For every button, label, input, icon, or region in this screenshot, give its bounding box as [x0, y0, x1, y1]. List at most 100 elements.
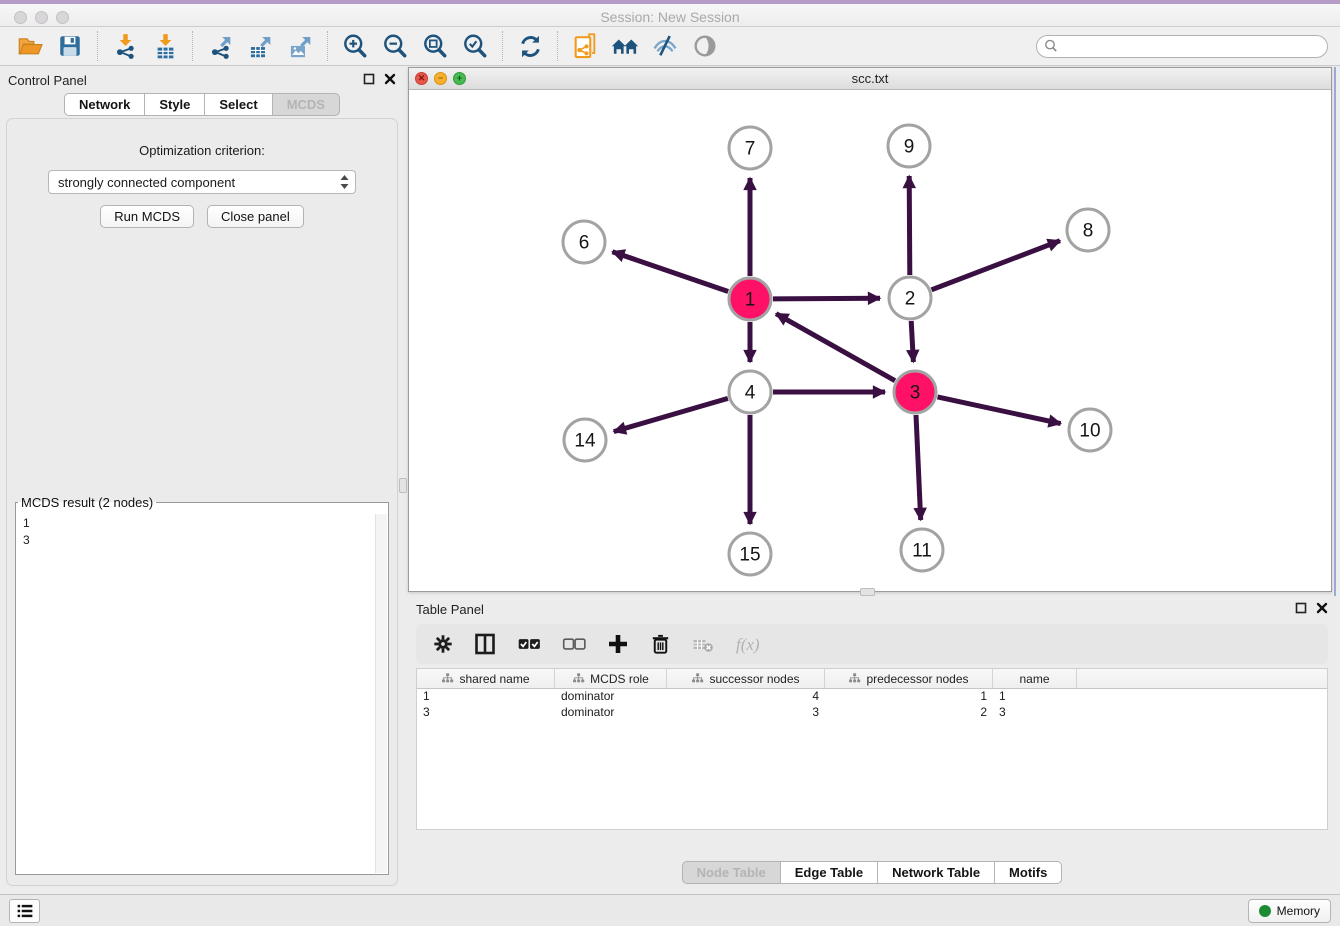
- network-canvas[interactable]: 7 9 6 8 1 2 4 3 10 14 15 11: [409, 90, 1331, 591]
- home-button[interactable]: [605, 30, 645, 62]
- node-table: shared name MCDS role successor nodes pr…: [416, 668, 1328, 830]
- column-header-predecessor-nodes[interactable]: predecessor nodes: [825, 669, 993, 688]
- cell-shared-name: 1: [417, 689, 555, 705]
- memory-button[interactable]: Memory: [1248, 899, 1331, 923]
- svg-text:3: 3: [910, 383, 921, 404]
- deselect-all-checks-icon[interactable]: [561, 631, 587, 657]
- column-header-shared-name[interactable]: shared name: [417, 669, 555, 688]
- column-header-name[interactable]: name: [993, 669, 1077, 688]
- graph-edge-2-9[interactable]: [909, 176, 910, 275]
- search-field[interactable]: [1036, 35, 1328, 58]
- table-row[interactable]: 1 dominator 4 1 1: [417, 689, 1327, 705]
- refresh-layout-button[interactable]: [510, 30, 550, 62]
- tab-network-table[interactable]: Network Table: [878, 861, 995, 884]
- result-scrollbar[interactable]: [375, 514, 387, 873]
- tab-style[interactable]: Style: [145, 93, 205, 116]
- graph-node-6[interactable]: 6: [563, 221, 605, 263]
- cell-predecessor-nodes: 2: [825, 705, 993, 721]
- network-window-titlebar[interactable]: ✕ − + scc.txt: [409, 68, 1331, 90]
- zoom-selected-button[interactable]: [455, 30, 495, 62]
- graph-node-7[interactable]: 7: [729, 127, 771, 169]
- export-network-button[interactable]: [200, 30, 240, 62]
- show-eye-button[interactable]: [685, 30, 725, 62]
- export-table-button[interactable]: [240, 30, 280, 62]
- search-input[interactable]: [1059, 37, 1327, 55]
- svg-text:15: 15: [739, 545, 760, 566]
- control-panel-tabs: Network Style Select MCDS: [0, 93, 404, 116]
- save-session-button[interactable]: [50, 30, 90, 62]
- settings-gear-icon[interactable]: [432, 633, 454, 655]
- export-image-button[interactable]: [280, 30, 320, 62]
- delete-row-icon[interactable]: [649, 633, 672, 656]
- graph-node-1[interactable]: 1: [729, 278, 771, 320]
- graph-edge-2-3[interactable]: [911, 321, 913, 362]
- graph-node-10[interactable]: 10: [1069, 409, 1111, 451]
- zoom-in-button[interactable]: [335, 30, 375, 62]
- close-panel-icon[interactable]: [1316, 602, 1328, 614]
- graph-node-8[interactable]: 8: [1067, 209, 1109, 251]
- memory-status-icon: [1259, 905, 1271, 917]
- network-document-button[interactable]: [565, 30, 605, 62]
- insert-column-icon[interactable]: [473, 632, 497, 656]
- delete-table-icon[interactable]: [691, 632, 715, 656]
- mcds-result-text[interactable]: 1 3: [17, 514, 375, 873]
- graph-edge-1-2[interactable]: [773, 298, 880, 299]
- open-session-button[interactable]: [10, 30, 50, 62]
- task-history-button[interactable]: [9, 899, 40, 923]
- float-panel-icon[interactable]: [363, 73, 375, 85]
- cell-name: 3: [993, 705, 1077, 721]
- svg-text:f(x): f(x): [736, 635, 760, 654]
- graph-edge-3-1[interactable]: [776, 314, 895, 381]
- network-document-icon: [571, 32, 599, 60]
- close-panel-icon[interactable]: [384, 73, 396, 85]
- hierarchy-icon: [691, 672, 704, 685]
- column-header-mcds-role[interactable]: MCDS role: [555, 669, 667, 688]
- close-panel-button[interactable]: Close panel: [207, 205, 304, 228]
- network-graph[interactable]: 7 9 6 8 1 2 4 3 10 14 15 11: [409, 90, 1331, 592]
- graph-edge-4-14[interactable]: [614, 398, 728, 431]
- graph-node-15[interactable]: 15: [729, 533, 771, 575]
- svg-text:1: 1: [745, 290, 756, 311]
- graph-node-14[interactable]: 14: [564, 419, 606, 461]
- tab-node-table[interactable]: Node Table: [682, 861, 781, 884]
- table-row[interactable]: 3 dominator 3 2 3: [417, 705, 1327, 721]
- graph-edge-3-10[interactable]: [938, 397, 1061, 424]
- graph-edge-1-6[interactable]: [612, 252, 728, 292]
- import-network-icon: [112, 33, 139, 60]
- zoom-out-button[interactable]: [375, 30, 415, 62]
- graph-node-9[interactable]: 9: [888, 125, 930, 167]
- svg-text:11: 11: [912, 541, 932, 562]
- zoom-in-icon: [341, 32, 369, 60]
- tab-network[interactable]: Network: [64, 93, 145, 116]
- cell-predecessor-nodes: 1: [825, 689, 993, 705]
- tab-motifs[interactable]: Motifs: [995, 861, 1062, 884]
- graph-node-11[interactable]: 11: [901, 529, 943, 571]
- table-panel: Table Panel f(x) shared name MCDS role s…: [408, 596, 1336, 894]
- svg-text:8: 8: [1083, 221, 1094, 242]
- graph-node-4[interactable]: 4: [729, 371, 771, 413]
- import-table-button[interactable]: [145, 30, 185, 62]
- graph-node-3[interactable]: 3: [894, 371, 936, 413]
- tab-mcds[interactable]: MCDS: [273, 93, 340, 116]
- graph-edge-3-11[interactable]: [916, 415, 921, 520]
- memory-label: Memory: [1277, 904, 1320, 918]
- vertical-splitter-grip[interactable]: [399, 478, 407, 493]
- select-all-checks-icon[interactable]: [516, 631, 542, 657]
- graph-edge-2-8[interactable]: [932, 241, 1061, 290]
- import-network-button[interactable]: [105, 30, 145, 62]
- horizontal-splitter-grip[interactable]: [860, 588, 875, 596]
- zoom-fit-button[interactable]: [415, 30, 455, 62]
- tab-edge-table[interactable]: Edge Table: [781, 861, 878, 884]
- network-window-title: scc.txt: [409, 71, 1331, 86]
- tab-select[interactable]: Select: [205, 93, 272, 116]
- function-builder-icon[interactable]: f(x): [734, 632, 768, 656]
- hide-eye-button[interactable]: [645, 30, 685, 62]
- cell-shared-name: 3: [417, 705, 555, 721]
- column-header-successor-nodes[interactable]: successor nodes: [667, 669, 825, 688]
- run-mcds-button[interactable]: Run MCDS: [100, 205, 194, 228]
- float-panel-icon[interactable]: [1295, 602, 1307, 614]
- graph-node-2[interactable]: 2: [889, 277, 931, 319]
- home-icon: [610, 31, 640, 61]
- add-row-icon[interactable]: [606, 632, 630, 656]
- optimization-criterion-select[interactable]: strongly connected component: [48, 170, 356, 194]
